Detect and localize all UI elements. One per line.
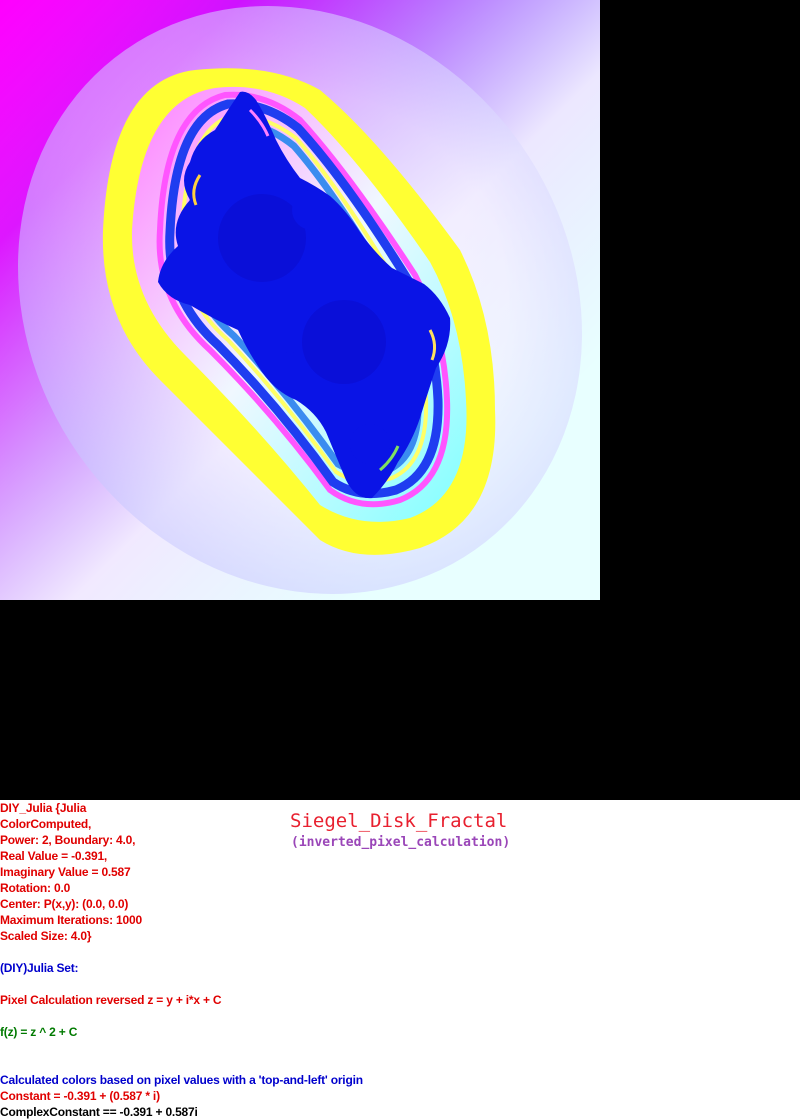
set-name-label: (DIY)Julia Set: <box>0 961 79 975</box>
fractal-subtitle: (inverted_pixel_calculation) <box>291 835 511 850</box>
julia-set-render <box>0 0 600 600</box>
formula-label: f(z) = z ^ 2 + C <box>0 1025 78 1039</box>
param-line-8: Maximum Iterations: 1000 <box>0 913 142 927</box>
fractal-title: Siegel_Disk_Fractal <box>290 810 508 832</box>
constant-label: Constant = -0.391 + (0.587 * i) <box>0 1089 160 1103</box>
param-line-3: Power: 2, Boundary: 4.0, <box>0 833 136 847</box>
param-line-4: Real Value = -0.391, <box>0 849 108 863</box>
param-line-7: Center: P(x,y): (0.0, 0.0) <box>0 897 129 911</box>
pixel-calc-label: Pixel Calculation reversed z = y + i*x +… <box>0 993 222 1007</box>
fractal-canvas-area <box>0 0 800 800</box>
param-line-6: Rotation: 0.0 <box>0 881 71 895</box>
param-line-1: DIY_Julia {Julia <box>0 801 87 815</box>
param-line-2: ColorComputed, <box>0 817 92 831</box>
param-line-5: Imaginary Value = 0.587 <box>0 865 131 879</box>
fractal-image <box>0 0 600 600</box>
complex-constant-label: ComplexConstant == -0.391 + 0.587i <box>0 1105 198 1119</box>
colors-note-label: Calculated colors based on pixel values … <box>0 1073 363 1087</box>
param-line-9: Scaled Size: 4.0} <box>0 929 92 943</box>
